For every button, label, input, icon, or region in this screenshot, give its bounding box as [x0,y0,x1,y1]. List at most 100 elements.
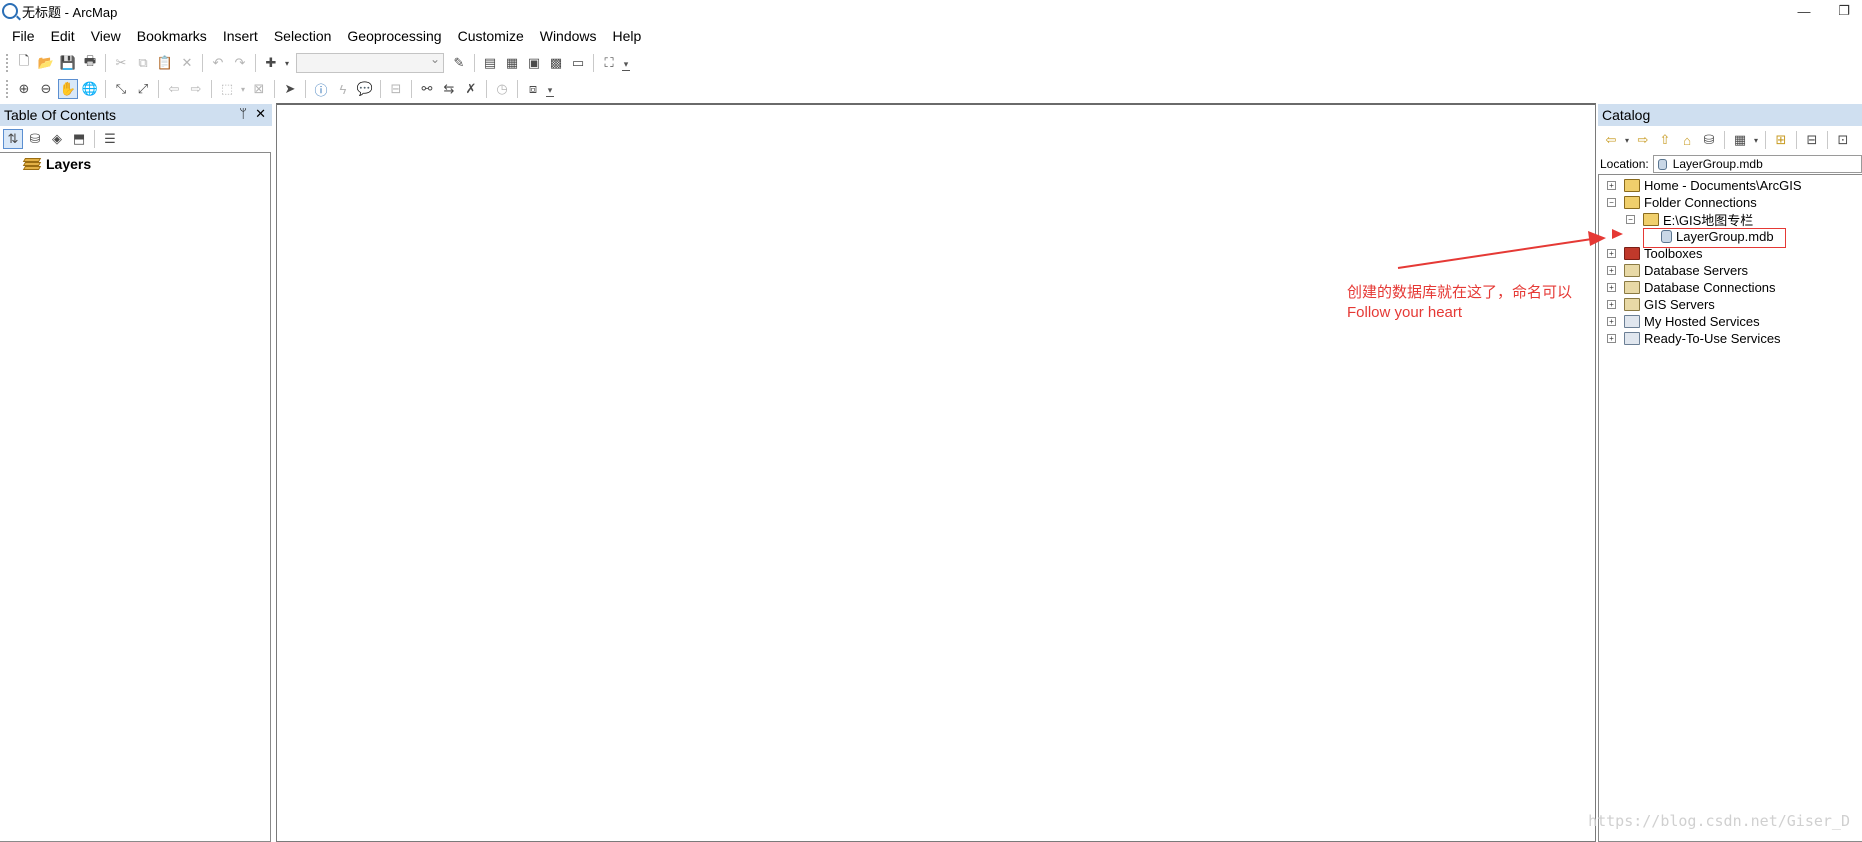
copy-icon[interactable]: ⧉ [133,53,153,73]
tree-item-database-servers[interactable]: + Database Servers [1607,262,1748,279]
zoom-in-icon[interactable]: ⊕ [14,79,34,99]
tree-item-database-connections[interactable]: + Database Connections [1607,279,1776,296]
find-binoculars-icon[interactable]: ⚯ [417,79,437,99]
tree-item-folder-connections[interactable]: − Folder Connections [1607,194,1757,211]
menu-bookmarks[interactable]: Bookmarks [129,26,215,46]
map-display-area[interactable] [276,103,1596,842]
default-geodatabase-icon[interactable]: ⛁ [1699,130,1719,150]
html-popup-icon[interactable]: 💬 [355,79,375,99]
add-data-dropdown-icon[interactable]: ▾ [283,53,291,73]
menu-windows[interactable]: Windows [532,26,605,46]
toolbar-options-icon[interactable]: ▾ [622,55,630,71]
menu-help[interactable]: Help [605,26,650,46]
open-icon[interactable]: 📂 [36,53,56,73]
fixed-zoom-out-icon[interactable]: ⤢ [133,79,153,99]
python-window-icon[interactable]: ▭ [568,53,588,73]
connect-to-folder-icon[interactable]: ⊞ [1771,130,1791,150]
toolbar-grip[interactable] [6,80,9,98]
expand-icon[interactable]: + [1607,181,1616,190]
minimize-button[interactable]: — [1786,0,1822,22]
previous-extent-icon[interactable]: ⇦ [164,79,184,99]
save-icon[interactable]: 💾 [58,53,78,73]
menu-customize[interactable]: Customize [450,26,532,46]
expand-icon[interactable]: + [1607,317,1616,326]
home-folder-icon[interactable]: ⌂ [1677,130,1697,150]
identify-icon[interactable]: ⓘ [311,79,331,99]
list-by-selection-icon[interactable]: ⬒ [69,129,89,149]
undo-icon[interactable]: ↶ [208,53,228,73]
cut-icon[interactable]: ✂ [111,53,131,73]
restore-button[interactable]: ❐ [1826,0,1862,22]
editor-toolbar-icon[interactable]: ✎ [449,53,469,73]
expand-icon[interactable]: + [1607,266,1616,275]
toolbox-icon [1624,247,1640,260]
tree-item-gis-servers[interactable]: + GIS Servers [1607,296,1715,313]
print-icon[interactable]: 🖶 [80,53,100,73]
redo-icon[interactable]: ↷ [230,53,250,73]
map-scale-combo[interactable] [296,52,444,73]
layers-data-frame[interactable]: Layers [22,156,91,172]
next-extent-icon[interactable]: ⇨ [186,79,206,99]
model-builder-icon[interactable]: ⛶ [599,53,619,73]
find-route-icon[interactable]: ⇆ [439,79,459,99]
collapse-icon[interactable]: − [1626,215,1635,224]
arctoolbox-icon[interactable]: ▩ [546,53,566,73]
database-icon [1657,158,1667,170]
toolbar-grip[interactable] [6,54,9,72]
back-dropdown-icon[interactable]: ▾ [1623,130,1631,150]
views-icon[interactable]: ▦ [1730,130,1750,150]
menu-insert[interactable]: Insert [215,26,266,46]
list-by-drawing-order-icon[interactable]: ⇅ [3,129,23,149]
fixed-zoom-in-icon[interactable]: ⤡ [111,79,131,99]
menu-selection[interactable]: Selection [266,26,340,46]
menu-geoprocessing[interactable]: Geoprocessing [339,26,449,46]
go-to-xy-icon[interactable]: ✗ [461,79,481,99]
forward-arrow-icon[interactable]: ⇨ [1633,130,1653,150]
toggle-contents-panel-icon[interactable]: ⊟ [1802,130,1822,150]
catalog-options-icon[interactable]: ⊡ [1833,130,1853,150]
select-features-icon[interactable]: ⬚ [217,79,237,99]
collapse-icon[interactable]: − [1607,198,1616,207]
expand-icon[interactable]: + [1607,249,1616,258]
toc-title: Table Of Contents [4,107,117,123]
create-viewer-window-icon[interactable]: ⧈ [523,79,543,99]
up-one-level-icon[interactable]: ⇧ [1655,130,1675,150]
pan-hand-icon[interactable]: ✋ [58,79,78,99]
toc-options-icon[interactable]: ☰ [100,129,120,149]
expand-icon[interactable]: + [1607,334,1616,343]
back-arrow-icon[interactable]: ⇦ [1601,130,1621,150]
expand-icon[interactable]: + [1607,283,1616,292]
delete-icon[interactable]: ✕ [177,53,197,73]
views-dropdown-icon[interactable]: ▾ [1752,130,1760,150]
time-slider-icon[interactable]: ◷ [492,79,512,99]
list-by-source-icon[interactable]: ⛁ [25,129,45,149]
search-window-icon[interactable]: ▣ [524,53,544,73]
paste-icon[interactable]: 📋 [155,53,175,73]
table-of-contents-icon[interactable]: ▤ [480,53,500,73]
full-extent-globe-icon[interactable]: 🌐 [80,79,100,99]
tree-item-my-hosted-services[interactable]: + My Hosted Services [1607,313,1760,330]
pin-icon[interactable]: ᛘ [239,106,247,122]
measure-icon[interactable]: ⊟ [386,79,406,99]
annotation-text: 创建的数据库就在这了，命名可以 Follow your heart [1347,283,1572,323]
close-icon[interactable]: ✕ [255,106,266,122]
select-dropdown-icon[interactable]: ▾ [239,79,247,99]
zoom-out-icon[interactable]: ⊖ [36,79,56,99]
expand-icon[interactable]: + [1607,300,1616,309]
list-by-visibility-icon[interactable]: ◈ [47,129,67,149]
menu-edit[interactable]: Edit [43,26,83,46]
select-elements-arrow-icon[interactable]: ➤ [280,79,300,99]
catalog-window-icon[interactable]: ▦ [502,53,522,73]
tree-item-home[interactable]: + Home - Documents\ArcGIS [1607,177,1802,194]
menu-file[interactable]: File [4,26,43,46]
menu-view[interactable]: View [83,26,129,46]
new-document-icon[interactable]: 🗋 [14,53,34,73]
add-data-icon[interactable]: ✚ [261,53,281,73]
tree-item-ready-to-use-services[interactable]: + Ready-To-Use Services [1607,330,1781,347]
toolbar-options-icon[interactable]: ▾ [546,81,554,97]
tree-item-gis-folder[interactable]: − E:\GIS地图专栏 [1626,211,1753,228]
location-value: LayerGroup.mdb [1672,157,1763,171]
clear-selection-icon[interactable]: ⊠ [249,79,269,99]
hyperlink-icon[interactable]: ϟ [333,79,353,99]
location-field[interactable]: LayerGroup.mdb [1652,155,1862,173]
